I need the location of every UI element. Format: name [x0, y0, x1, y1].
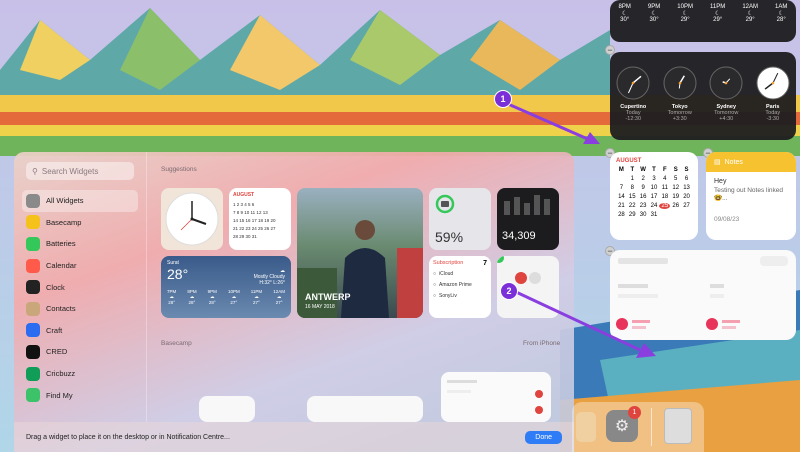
step-badge-1: 1 — [494, 90, 512, 108]
step-badge-2: 2 — [500, 282, 518, 300]
annotation-arrows — [507, 102, 656, 358]
